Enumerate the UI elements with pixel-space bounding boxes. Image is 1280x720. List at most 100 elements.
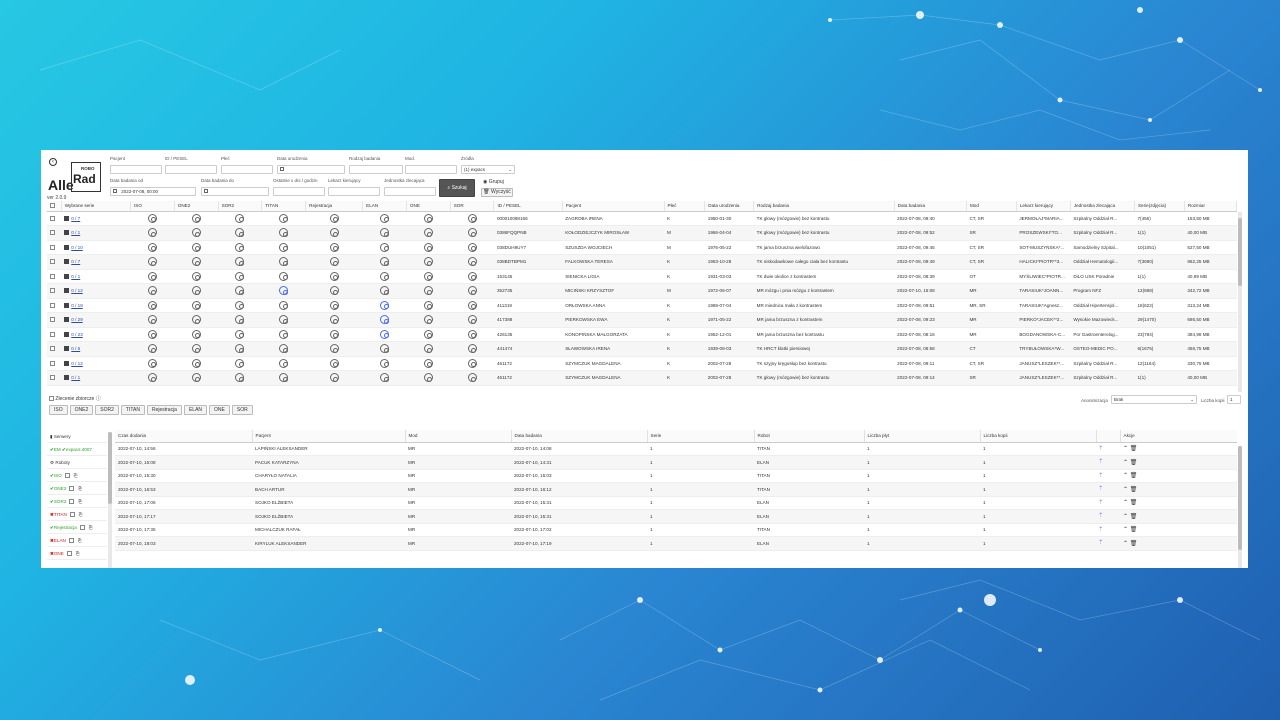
robot-disc-cell[interactable] xyxy=(261,341,306,357)
series-link[interactable]: 0 / 1 xyxy=(71,230,80,235)
row-checkbox[interactable] xyxy=(47,211,62,226)
robot-disc-cell[interactable] xyxy=(261,254,306,270)
robot-disc-cell[interactable] xyxy=(130,298,175,313)
column-header[interactable]: Data badania xyxy=(894,201,967,212)
row-checkbox[interactable] xyxy=(47,312,62,328)
robot-disc-cell[interactable] xyxy=(261,327,306,342)
series-link[interactable]: 0 / 1 xyxy=(71,375,80,380)
robot-button[interactable]: Rejestracja xyxy=(146,405,182,415)
row-checkbox[interactable] xyxy=(47,370,62,386)
trash-icon[interactable]: 🗑 xyxy=(1130,487,1138,493)
column-header[interactable]: Mod xyxy=(405,430,512,443)
copies-input[interactable]: 1 xyxy=(1227,395,1241,404)
robot-disc-cell[interactable] xyxy=(305,225,363,241)
robot-disc-cell[interactable] xyxy=(406,356,451,371)
row-checkbox[interactable] xyxy=(47,327,62,342)
series-link[interactable]: 0 / 10 xyxy=(71,245,83,250)
series-link[interactable]: 0 / 6 xyxy=(71,346,80,351)
table-row[interactable]: 0 / 12 461172 SZYMCZUK MAGDALENA K 2002-07-2… xyxy=(47,356,1237,371)
robot-disc-cell[interactable] xyxy=(174,312,219,328)
robot-disc-cell[interactable] xyxy=(450,240,494,255)
robot-disc-cell[interactable] xyxy=(406,211,451,226)
robot-disc-cell[interactable] xyxy=(174,327,219,342)
table-row[interactable]: 2022-07-10, 15:08 PACUK KATARZYNA MR 2022-0… xyxy=(115,455,1237,470)
robot-disc-cell[interactable] xyxy=(130,283,175,299)
robot-disc-cell[interactable] xyxy=(130,211,175,226)
series-link[interactable]: 0 / 18 xyxy=(71,303,83,308)
robot-button[interactable]: ONE xyxy=(209,405,230,415)
priority-up-icon[interactable]: ⌃ xyxy=(1123,487,1130,493)
scrollbar-thumb[interactable] xyxy=(1238,218,1242,286)
robot-disc-cell[interactable] xyxy=(261,269,306,284)
table-row[interactable]: 2022-07-10, 17:17 SOJKO ELŻBIETA MR 2022-07… xyxy=(115,509,1237,524)
robot-disc-cell[interactable] xyxy=(305,370,363,386)
robot-disc-cell[interactable] xyxy=(218,370,262,386)
robot-disc-cell[interactable] xyxy=(218,254,262,270)
series-cell[interactable]: 0 / 1 xyxy=(61,225,131,241)
robot-disc-cell[interactable] xyxy=(362,356,407,371)
id-input[interactable] xyxy=(165,165,217,174)
series-link[interactable]: 0 / 12 xyxy=(71,361,83,366)
robot-disc-cell[interactable] xyxy=(174,240,219,255)
robot-disc-cell[interactable] xyxy=(174,298,219,313)
date-to-input[interactable] xyxy=(201,187,269,196)
column-header[interactable]: Serie xyxy=(647,430,755,443)
robot-disc-cell[interactable] xyxy=(261,283,306,299)
column-header[interactable]: SOR xyxy=(450,201,495,212)
checkbox-icon[interactable] xyxy=(68,538,74,544)
anonymization-select[interactable]: Brak ⌄ xyxy=(1111,395,1197,404)
robot-disc-cell[interactable] xyxy=(362,211,407,226)
robot-disc-cell[interactable] xyxy=(305,327,363,342)
column-header[interactable]: Robot xyxy=(754,430,865,443)
birth-input[interactable] xyxy=(277,165,345,174)
table-row[interactable]: 2022-07-10, 18:03 KIRYLUK ALEKSANDER MR 202… xyxy=(115,536,1237,551)
robot-disc-cell[interactable] xyxy=(406,283,451,299)
last-days-input[interactable] xyxy=(273,187,325,196)
series-link[interactable]: 0 / 7 xyxy=(71,216,80,221)
scrollbar-thumb[interactable] xyxy=(108,432,112,504)
robot-disc-cell[interactable] xyxy=(218,341,262,357)
robot-button[interactable]: ONE2 xyxy=(69,405,94,415)
robot-disc-cell[interactable] xyxy=(261,356,306,371)
table-row[interactable]: 0 / 7 038BDTBPM1 FALKOWSKA TERESA K 1963-10-… xyxy=(47,254,1237,270)
robot-disc-cell[interactable] xyxy=(362,254,407,270)
priority-up-icon[interactable]: ⌃ xyxy=(1123,500,1130,506)
robot-disc-cell[interactable] xyxy=(218,269,262,284)
robot-disc-cell[interactable] xyxy=(450,269,494,284)
robot-button[interactable]: SOR xyxy=(231,405,253,415)
priority-up-icon[interactable]: ⌃ xyxy=(1123,460,1130,466)
robot-status-item[interactable]: ✔Rejestracja ⎘ xyxy=(47,521,107,534)
column-header[interactable]: Liczba kopii xyxy=(980,430,1097,443)
clear-button[interactable]: 🗑 Wyczyść xyxy=(481,188,513,197)
doctor-input[interactable] xyxy=(328,187,380,196)
robot-disc-cell[interactable] xyxy=(362,312,407,328)
trash-icon[interactable]: 🗑 xyxy=(1130,514,1138,520)
table-row[interactable]: 0 / 18 411319 ORŁOWSKA ANNA K 1989-07-04 MR m… xyxy=(47,298,1237,313)
robot-status-item[interactable]: ✖ONE ⎘ xyxy=(47,547,107,560)
row-checkbox[interactable] xyxy=(47,298,62,313)
robot-disc-cell[interactable] xyxy=(406,370,451,386)
table-row[interactable]: 2022-07-10, 17:35 MICHALCZUK RAFAŁ MR 2022-… xyxy=(115,523,1237,537)
robot-disc-cell[interactable] xyxy=(406,225,451,241)
robot-disc-cell[interactable] xyxy=(362,370,407,386)
table-row[interactable]: 0 / 1 0386FQQPNB KOŁODZIEJCZYK MIROSŁAW M 19… xyxy=(47,225,1237,241)
main-scrollbar[interactable] xyxy=(1238,212,1242,392)
robot-disc-cell[interactable] xyxy=(305,211,363,226)
table-row[interactable]: 0 / 29 417388 PIERKOWSKA EWA K 1971-05-22 MR … xyxy=(47,312,1237,328)
robot-disc-cell[interactable] xyxy=(406,327,451,342)
robot-disc-cell[interactable] xyxy=(450,356,494,371)
robot-disc-cell[interactable] xyxy=(450,211,494,226)
series-cell[interactable]: 0 / 23 xyxy=(61,327,131,342)
robot-button[interactable]: ISO xyxy=(49,405,68,415)
column-header[interactable]: Akcje xyxy=(1120,430,1237,443)
robot-status-item[interactable]: ✔ONE2 ⎘ xyxy=(47,482,107,495)
series-cell[interactable]: 0 / 12 xyxy=(61,356,131,371)
row-checkbox[interactable] xyxy=(47,225,62,241)
robot-status-item[interactable]: ✔ISO ⎘ xyxy=(47,469,107,482)
robot-disc-cell[interactable] xyxy=(305,341,363,357)
robot-disc-cell[interactable] xyxy=(305,240,363,255)
column-header[interactable]: TITAN xyxy=(261,201,307,212)
robot-disc-cell[interactable] xyxy=(261,370,306,386)
robot-disc-cell[interactable] xyxy=(450,298,494,313)
search-button[interactable]: ⌕ Szukaj xyxy=(439,179,475,197)
